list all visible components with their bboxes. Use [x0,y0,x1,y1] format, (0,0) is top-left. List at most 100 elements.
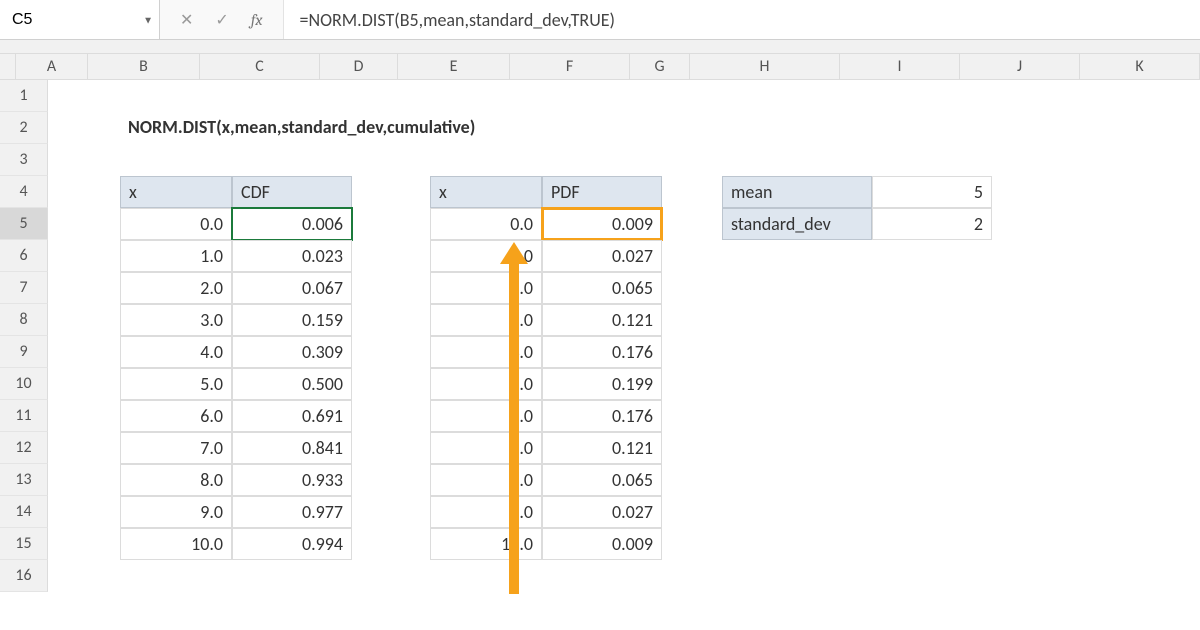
cell-A1[interactable] [48,80,120,112]
cell-F11[interactable]: 0.176 [542,400,662,432]
cell-G2[interactable] [662,112,722,144]
cell-H11[interactable] [722,400,872,432]
cell-C13[interactable]: 0.933 [232,464,352,496]
cell-K12[interactable] [1112,432,1200,464]
cell-B11[interactable]: 6.0 [120,400,232,432]
row-header-1[interactable]: 1 [0,80,48,112]
cell-J1[interactable] [992,80,1112,112]
cell-I14[interactable] [872,496,992,528]
cell-K3[interactable] [1112,144,1200,176]
cell-H3[interactable] [722,144,872,176]
cell-H13[interactable] [722,464,872,496]
cell-K1[interactable] [1112,80,1200,112]
cell-H16[interactable] [722,560,872,592]
cell-H2[interactable] [722,112,872,144]
cell-F16[interactable] [542,560,662,592]
cell-B3[interactable] [120,144,232,176]
cell-I16[interactable] [872,560,992,592]
cell-D12[interactable] [352,432,430,464]
cell-F3[interactable] [542,144,662,176]
cell-J4[interactable] [992,176,1112,208]
cell-D10[interactable] [352,368,430,400]
row-header-3[interactable]: 3 [0,144,48,176]
cell-I13[interactable] [872,464,992,496]
cell-J15[interactable] [992,528,1112,560]
cell-F1[interactable] [542,80,662,112]
cell-J16[interactable] [992,560,1112,592]
col-header-G[interactable]: G [630,54,690,79]
cell-I11[interactable] [872,400,992,432]
cell-F10[interactable]: 0.199 [542,368,662,400]
cell-B1[interactable] [120,80,232,112]
cell-A3[interactable] [48,144,120,176]
cell-B16[interactable] [120,560,232,592]
cell-J8[interactable] [992,304,1112,336]
cell-H4[interactable]: mean [722,176,872,208]
cell-D16[interactable] [352,560,430,592]
cell-H6[interactable] [722,240,872,272]
cell-C5[interactable]: 0.006 [232,208,352,240]
cell-J2[interactable] [992,112,1112,144]
cell-A6[interactable] [48,240,120,272]
cell-K10[interactable] [1112,368,1200,400]
row-header-12[interactable]: 12 [0,432,48,464]
cell-E5[interactable]: 0.0 [430,208,542,240]
select-all-corner[interactable] [0,54,16,79]
cell-K11[interactable] [1112,400,1200,432]
col-header-E[interactable]: E [398,54,510,79]
row-header-6[interactable]: 6 [0,240,48,272]
cell-G8[interactable] [662,304,722,336]
cell-G15[interactable] [662,528,722,560]
row-header-10[interactable]: 10 [0,368,48,400]
cell-B12[interactable]: 7.0 [120,432,232,464]
row-header-5[interactable]: 5 [0,208,48,240]
cell-F8[interactable]: 0.121 [542,304,662,336]
cell-D14[interactable] [352,496,430,528]
cell-G5[interactable] [662,208,722,240]
cell-H7[interactable] [722,272,872,304]
cell-I3[interactable] [872,144,992,176]
cell-D13[interactable] [352,464,430,496]
cell-G9[interactable] [662,336,722,368]
cell-K16[interactable] [1112,560,1200,592]
cell-A8[interactable] [48,304,120,336]
col-header-B[interactable]: B [88,54,200,79]
cell-K15[interactable] [1112,528,1200,560]
cell-G10[interactable] [662,368,722,400]
row-header-15[interactable]: 15 [0,528,48,560]
cell-F13[interactable]: 0.065 [542,464,662,496]
cell-K8[interactable] [1112,304,1200,336]
cell-K14[interactable] [1112,496,1200,528]
col-header-F[interactable]: F [510,54,630,79]
cell-I9[interactable] [872,336,992,368]
row-header-16[interactable]: 16 [0,560,48,592]
cell-C4[interactable]: CDF [232,176,352,208]
cell-A13[interactable] [48,464,120,496]
cell-C1[interactable] [232,80,352,112]
cell-D2[interactable] [352,112,430,144]
row-header-2[interactable]: 2 [0,112,48,144]
cell-I4[interactable]: 5 [872,176,992,208]
cell-K6[interactable] [1112,240,1200,272]
cell-G14[interactable] [662,496,722,528]
cell-J13[interactable] [992,464,1112,496]
cell-E1[interactable] [430,80,542,112]
cell-J3[interactable] [992,144,1112,176]
cell-D9[interactable] [352,336,430,368]
cell-I10[interactable] [872,368,992,400]
cell-F14[interactable]: 0.027 [542,496,662,528]
cell-D11[interactable] [352,400,430,432]
row-header-9[interactable]: 9 [0,336,48,368]
cell-H12[interactable] [722,432,872,464]
cell-F2[interactable] [542,112,662,144]
col-header-K[interactable]: K [1080,54,1200,79]
cell-J7[interactable] [992,272,1112,304]
cell-D8[interactable] [352,304,430,336]
cell-C11[interactable]: 0.691 [232,400,352,432]
cell-I15[interactable] [872,528,992,560]
cell-B9[interactable]: 4.0 [120,336,232,368]
cell-B14[interactable]: 9.0 [120,496,232,528]
cell-H1[interactable] [722,80,872,112]
cell-B6[interactable]: 1.0 [120,240,232,272]
cell-K7[interactable] [1112,272,1200,304]
